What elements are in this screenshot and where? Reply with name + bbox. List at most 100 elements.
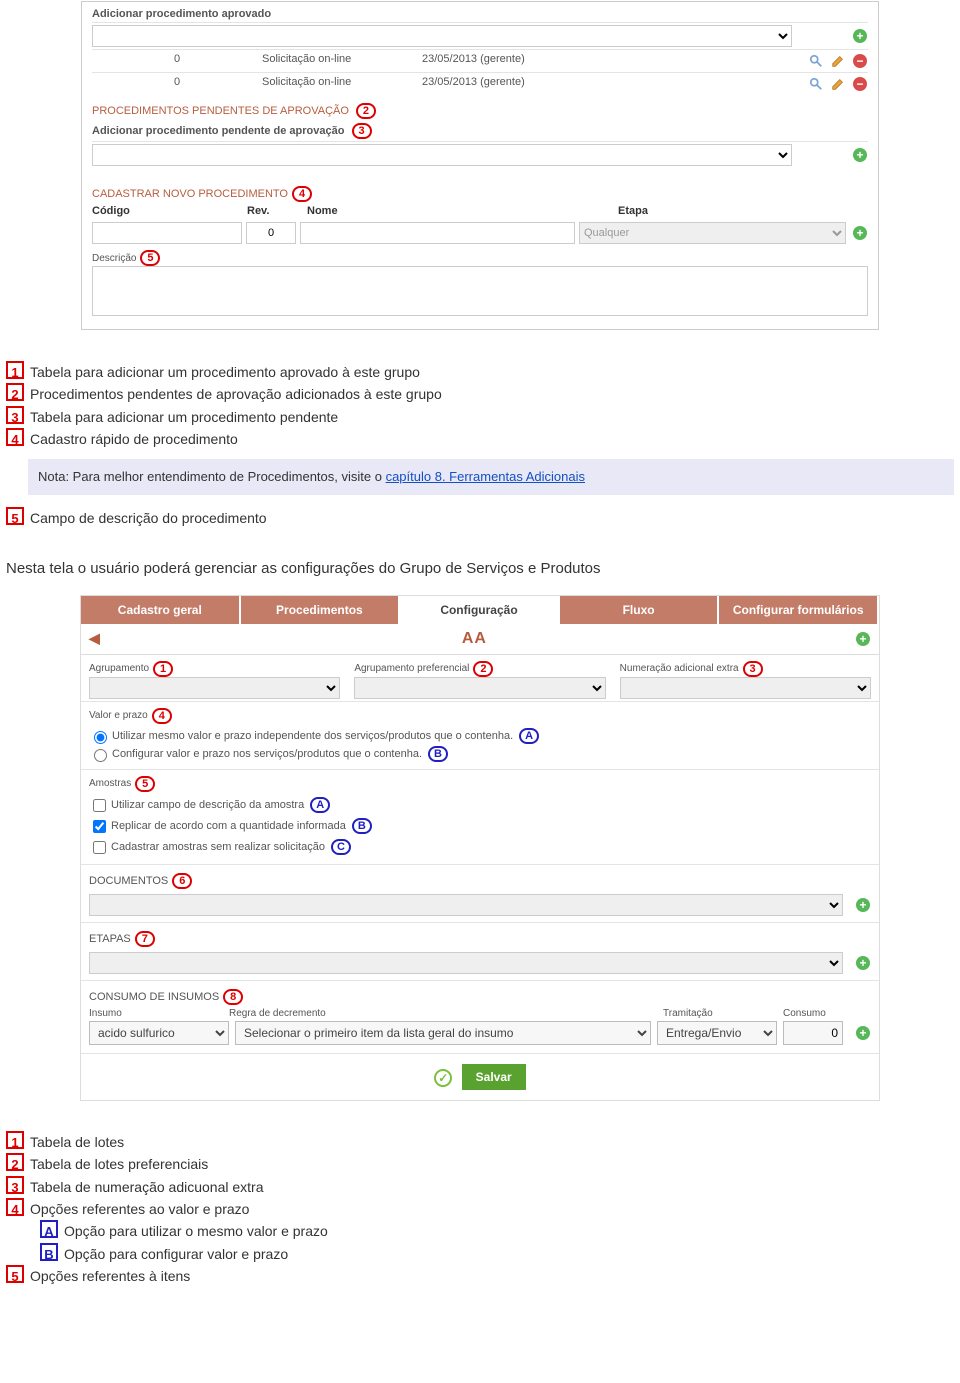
agrupamento-label: Agrupamento1 <box>89 661 340 677</box>
legend1-item1: Tabela para adicionar um procedimento ap… <box>30 364 420 380</box>
origem-cell: Solicitação on-line <box>262 53 422 69</box>
add-documento-button[interactable]: + <box>855 897 871 913</box>
tab-configuracao[interactable]: Configuração <box>400 596 560 624</box>
descricao-label: Descrição <box>92 253 136 264</box>
consumo-regra-select[interactable]: Selecionar o primeiro item da lista gera… <box>235 1021 651 1045</box>
legend2-num-3: 3 <box>6 1176 24 1194</box>
add-etapa-button[interactable]: + <box>855 955 871 971</box>
valor-radio-a[interactable] <box>94 731 107 744</box>
callout-4b: 4 <box>152 708 172 724</box>
cadastrar-title: CADASTRAR NOVO PROCEDIMENTO 4 <box>92 178 868 202</box>
legend-num-3: 3 <box>6 406 24 424</box>
legend2-item5: Opções referentes à itens <box>30 1268 190 1284</box>
legend2-item4: Opções referentes ao valor e prazo <box>30 1201 249 1217</box>
view-icon[interactable] <box>808 76 824 92</box>
tabs: Cadastro geral Procedimentos Configuraçã… <box>81 596 879 624</box>
tab-configurar-formularios[interactable]: Configurar formulários <box>719 596 879 624</box>
callout-3: 3 <box>352 123 372 139</box>
legend2-letter-B: B <box>40 1243 58 1261</box>
amostra-check-b[interactable] <box>93 820 106 833</box>
etapas-select[interactable] <box>89 952 843 974</box>
save-button[interactable]: Salvar <box>462 1064 526 1090</box>
callout-3b: 3 <box>743 661 763 677</box>
table-row: 0 Solicitação on-line 23/05/2013 (gerent… <box>92 49 868 72</box>
pendentes-title: PROCEDIMENTOS PENDENTES DE APROVAÇÃO 2 <box>92 95 868 119</box>
pendente-select[interactable] <box>92 144 792 166</box>
minus-icon: − <box>853 54 867 68</box>
tab-fluxo[interactable]: Fluxo <box>560 596 720 624</box>
callout-6: 6 <box>172 873 192 889</box>
consumo-tram-select[interactable]: Entrega/Envio <box>657 1021 777 1045</box>
rev-input[interactable] <box>246 222 296 244</box>
legend-2: 1 Tabela de lotes 2 Tabela de lotes prefer… <box>6 1131 954 1288</box>
consumo-insumo-select[interactable]: acido sulfurico <box>89 1021 229 1045</box>
delete-button[interactable]: − <box>852 53 868 69</box>
add-pendente-text: Adicionar procedimento pendente de aprov… <box>92 125 344 137</box>
add-pendente-button[interactable]: + <box>852 147 868 163</box>
nome-input[interactable] <box>300 222 575 244</box>
nota-link[interactable]: capítulo 8. Ferramentas Adicionais <box>386 469 585 484</box>
valor-optB-text: Configurar valor e prazo nos serviços/pr… <box>112 748 422 760</box>
legend1-item4: Cadastro rápido de procedimento <box>30 431 238 447</box>
callout-7: 7 <box>135 931 155 947</box>
consumo-h-tram: Tramitação <box>663 1008 783 1019</box>
amostra-check-c[interactable] <box>93 841 106 854</box>
prev-arrow-icon[interactable]: ◀ <box>89 630 100 647</box>
amostra-a-text: Utilizar campo de descrição da amostra <box>111 799 304 811</box>
header-nome: Nome <box>307 205 618 217</box>
minus-icon: − <box>853 77 867 91</box>
delete-button[interactable]: − <box>852 76 868 92</box>
agrup-pref-select[interactable] <box>354 677 605 699</box>
add-aprovado-button[interactable]: + <box>852 28 868 44</box>
qty-cell: 0 <box>92 76 262 92</box>
callout-2: 2 <box>356 103 376 119</box>
legend-num-5: 5 <box>6 507 24 525</box>
plus-icon: + <box>856 1026 870 1040</box>
add-novo-button[interactable]: + <box>852 225 868 241</box>
legend-num-4: 4 <box>6 428 24 446</box>
procedimentos-panel: Adicionar procedimento aprovado + 0 Soli… <box>80 0 880 331</box>
legend2-itemB: Opção para configurar valor e prazo <box>64 1246 288 1262</box>
callout-C: C <box>331 839 351 855</box>
legend-1: 1Tabela para adicionar um procedimento a… <box>6 361 954 530</box>
legend2-item2: Tabela de lotes preferenciais <box>30 1156 208 1172</box>
consumo-h-insumo: Insumo <box>89 1008 229 1019</box>
callout-B2: B <box>352 818 372 834</box>
callout-B: B <box>428 746 448 762</box>
add-consumo-button[interactable]: + <box>855 1025 871 1041</box>
legend2-item1: Tabela de lotes <box>30 1134 124 1150</box>
edit-icon[interactable] <box>830 53 846 69</box>
descricao-textarea[interactable] <box>92 266 868 316</box>
amostra-c-text: Cadastrar amostras sem realizar solicita… <box>111 841 325 853</box>
etapa-select[interactable]: Qualquer <box>579 222 846 244</box>
valor-radio-b[interactable] <box>94 749 107 762</box>
legend2-num-2: 2 <box>6 1153 24 1171</box>
intro-text-2: Nesta tela o usuário poderá gerenciar as… <box>6 560 954 577</box>
consumo-qty-input[interactable] <box>783 1021 843 1045</box>
callout-1: 1 <box>153 661 173 677</box>
date-cell: 23/05/2013 (gerente) <box>422 76 602 92</box>
tab-cadastro-geral[interactable]: Cadastro geral <box>81 596 241 624</box>
tab-procedimentos[interactable]: Procedimentos <box>241 596 401 624</box>
legend2-itemA: Opção para utilizar o mesmo valor e praz… <box>64 1223 328 1239</box>
plus-icon: + <box>856 898 870 912</box>
callout-2b: 2 <box>473 661 493 677</box>
num-extra-select[interactable] <box>620 677 871 699</box>
agrupamento-select[interactable] <box>89 677 340 699</box>
add-group-button[interactable]: + <box>855 631 871 647</box>
aprovado-select[interactable] <box>92 25 792 47</box>
table-row: 0 Solicitação on-line 23/05/2013 (gerent… <box>92 72 868 95</box>
check-icon: ✓ <box>434 1069 452 1087</box>
codigo-input[interactable] <box>92 222 242 244</box>
legend2-num-1: 1 <box>6 1131 24 1149</box>
amostra-b-text: Replicar de acordo com a quantidade info… <box>111 820 346 832</box>
consumo-title: CONSUMO DE INSUMOS <box>89 991 219 1003</box>
view-icon[interactable] <box>808 53 824 69</box>
amostra-check-a[interactable] <box>93 799 106 812</box>
plus-icon: + <box>853 29 867 43</box>
edit-icon[interactable] <box>830 76 846 92</box>
etapas-label: ETAPAS <box>89 933 131 945</box>
documentos-select[interactable] <box>89 894 843 916</box>
num-extra-label: Numeração adicional extra3 <box>620 661 871 677</box>
callout-5: 5 <box>140 250 160 266</box>
